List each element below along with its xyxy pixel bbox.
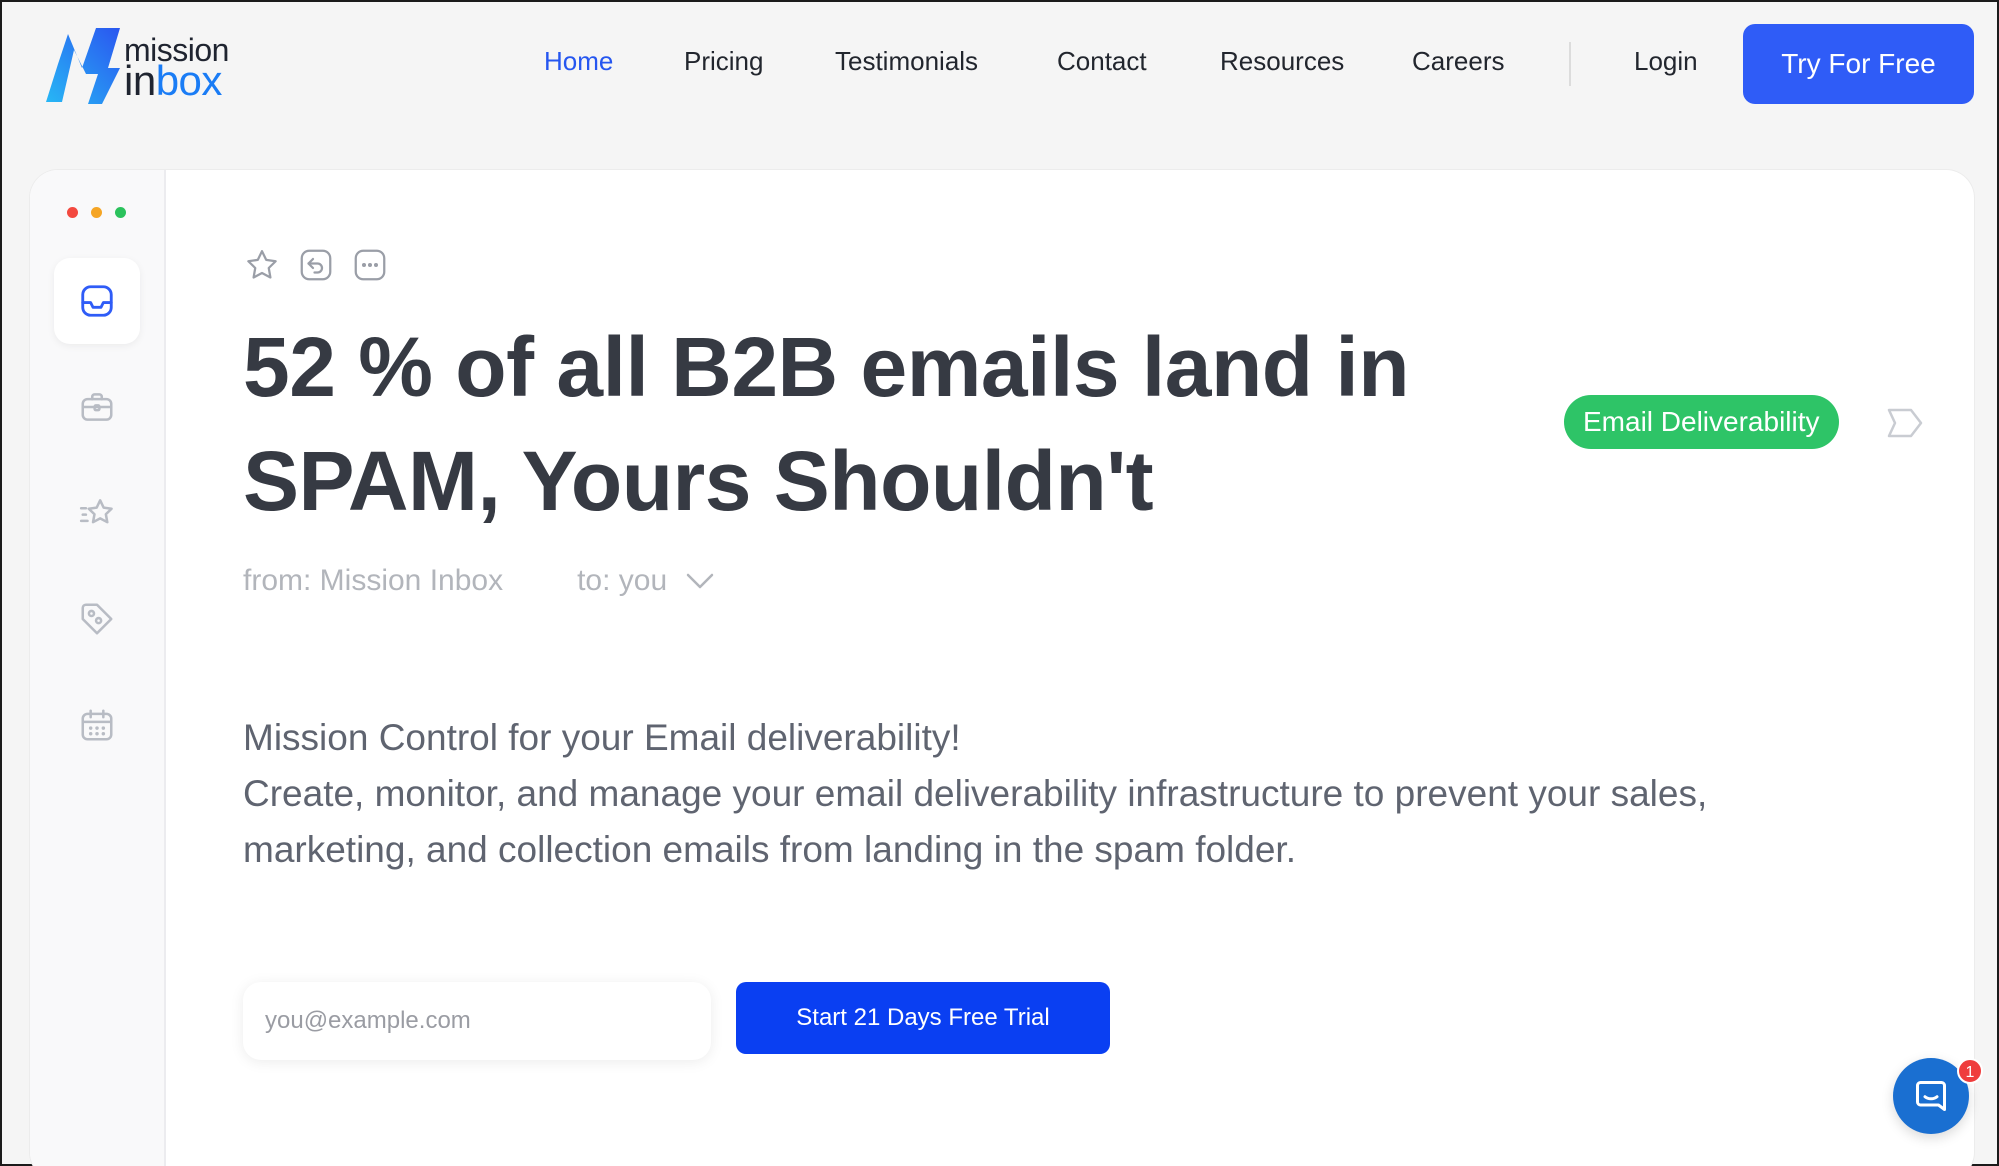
sidebar-item-starred[interactable] [54,470,140,556]
site-header: mission inbox Home Pricing Testimonials … [2,2,1997,127]
body-line-3: marketing, and collection emails from la… [243,829,1296,870]
star-icon [247,250,277,279]
login-link[interactable]: Login [1634,46,1698,77]
email-to: to: you [577,564,668,597]
nav-contact[interactable]: Contact [1057,46,1147,77]
nav-resources[interactable]: Resources [1220,46,1344,77]
sidebar-item-calendar[interactable] [54,682,140,768]
window-minimize-dot[interactable] [91,207,102,218]
more-button[interactable] [351,246,389,284]
star-button[interactable] [243,246,281,284]
nav-divider [1569,42,1571,86]
reply-icon [300,249,332,281]
email-toolbar [243,246,389,284]
email-subject-headline: 52 % of all B2B emails land in SPAM, You… [243,310,1443,538]
email-sidebar [30,170,166,1166]
email-meta: from: Mission Inbox to: you [243,564,715,598]
logo-text-inbox: inbox [124,57,222,104]
more-icon [354,249,386,281]
sidebar-item-inbox[interactable] [54,258,140,344]
sidebar-item-tags[interactable] [54,576,140,662]
label-outline-icon [1887,408,1923,438]
email-deliverability-tag[interactable]: Email Deliverability [1564,395,1839,449]
reply-button[interactable] [297,246,335,284]
start-trial-button[interactable]: Start 21 Days Free Trial [736,982,1110,1054]
chat-icon [1916,1081,1946,1111]
window-controls [67,207,126,218]
body-line-2: Create, monitor, and manage your email d… [243,773,1708,814]
tag-icon [81,603,113,635]
nav-home[interactable]: Home [544,46,613,77]
email-to-dropdown[interactable]: to: you [577,564,715,598]
email-content: 52 % of all B2B emails land in SPAM, You… [166,170,1974,1166]
email-window: 52 % of all B2B emails land in SPAM, You… [30,170,1974,1166]
inbox-icon [81,285,113,317]
nav-testimonials[interactable]: Testimonials [835,46,978,77]
calendar-icon [81,709,113,741]
briefcase-icon [81,393,113,421]
window-close-dot[interactable] [67,207,78,218]
headline-line-2: SPAM, Yours Shouldn't [243,434,1154,528]
starred-icon [79,499,113,524]
body-line-1: Mission Control for your Email deliverab… [243,717,961,758]
logo-mark-icon [46,28,120,104]
try-for-free-button[interactable]: Try For Free [1743,24,1974,104]
email-from: from: Mission Inbox [243,564,504,597]
sidebar-item-work[interactable] [54,364,140,450]
email-signup-input[interactable] [243,982,711,1060]
chevron-down-icon [686,573,714,589]
nav-careers[interactable]: Careers [1412,46,1504,77]
logo[interactable]: mission inbox [44,24,244,106]
nav-pricing[interactable]: Pricing [684,46,763,77]
headline-line-1: 52 % of all B2B emails land in [243,320,1410,414]
email-body: Mission Control for your Email deliverab… [243,710,1974,878]
window-maximize-dot[interactable] [115,207,126,218]
chat-unread-badge: 1 [1957,1058,1983,1084]
